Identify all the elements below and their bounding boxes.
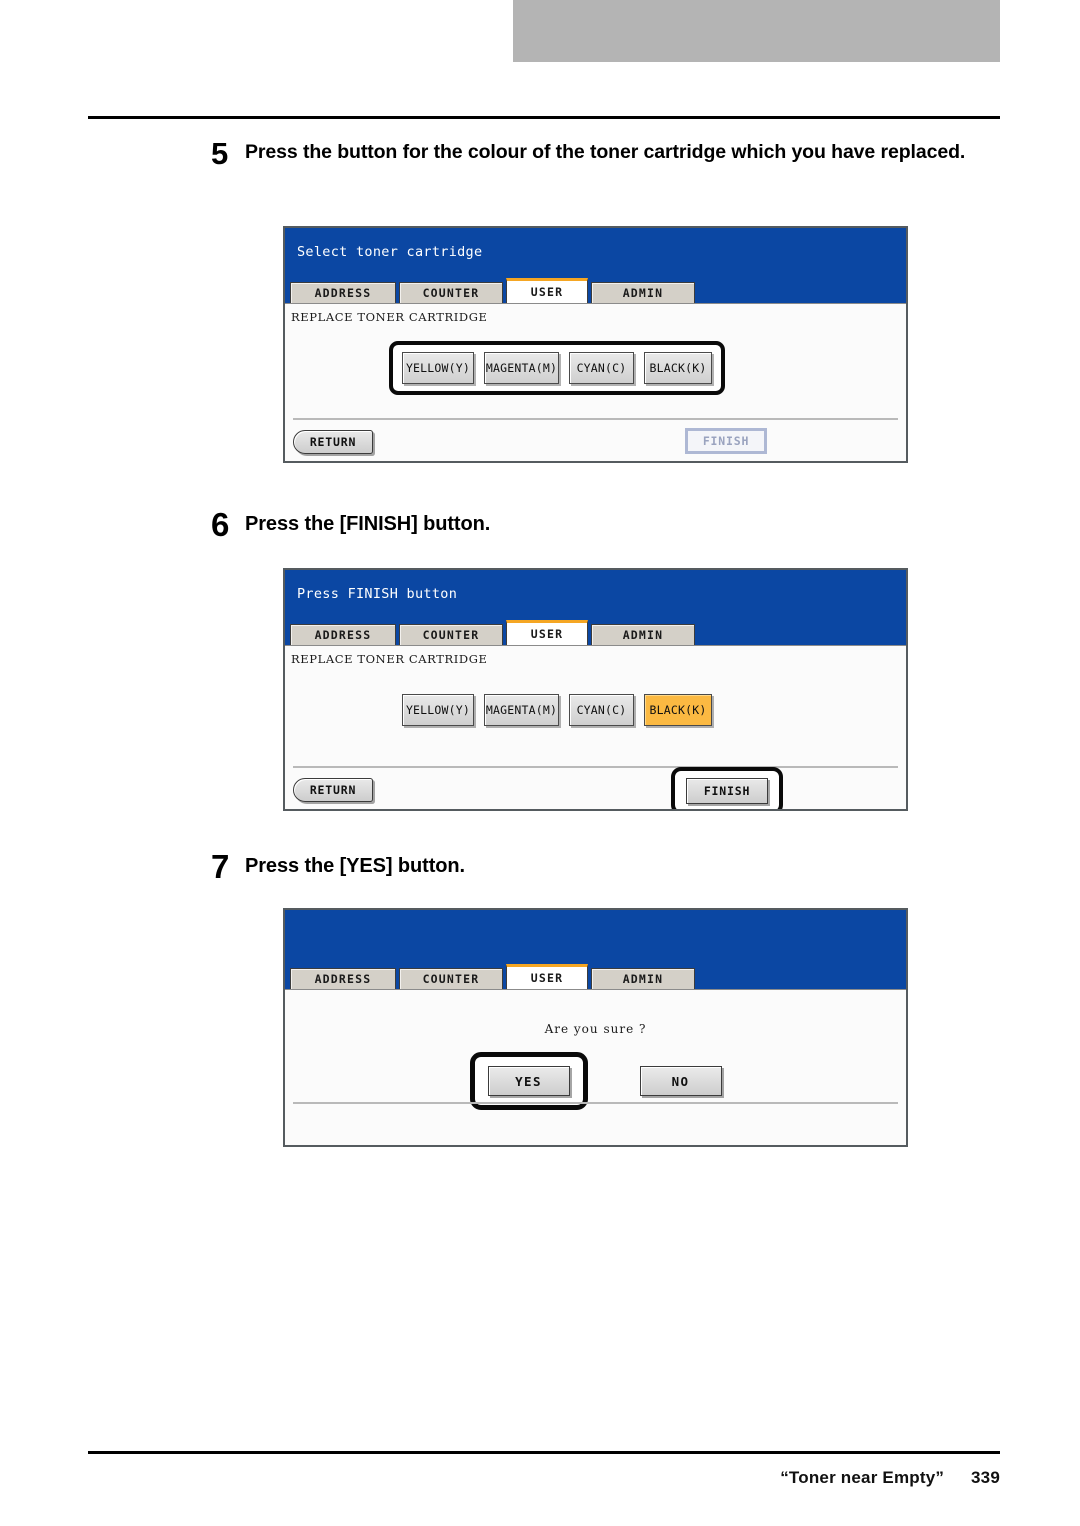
panel2-toner-button-group: YELLOW(Y) MAGENTA(M) CYAN(C) BLACK(K) bbox=[393, 687, 721, 733]
panel1-footer-divider bbox=[293, 418, 898, 420]
toner-button-cyan[interactable]: CYAN(C) bbox=[569, 694, 634, 726]
tab-admin[interactable]: ADMIN bbox=[591, 282, 695, 303]
touch-panel-press-finish: Press FINISH button ADDRESS COUNTER USER… bbox=[283, 568, 908, 811]
toner-button-black[interactable]: BLACK(K) bbox=[644, 352, 712, 384]
tab-admin[interactable]: ADMIN bbox=[591, 624, 695, 645]
panel1-footer: RETURN FINISH bbox=[285, 418, 906, 461]
yes-button[interactable]: YES bbox=[487, 1066, 570, 1096]
toner-button-yellow[interactable]: YELLOW(Y) bbox=[402, 694, 474, 726]
tab-user[interactable]: USER bbox=[506, 278, 588, 303]
finish-button-disabled: FINISH bbox=[685, 428, 767, 454]
step-6: 6 Press the [FINISH] button. bbox=[211, 508, 811, 541]
tab-counter[interactable]: COUNTER bbox=[399, 968, 503, 989]
page-number: 339 bbox=[971, 1468, 1000, 1487]
panel2-titlebar: Press FINISH button bbox=[285, 570, 906, 622]
page-footer: “Toner near Empty” 339 bbox=[88, 1468, 1000, 1488]
panel2-footer-divider bbox=[293, 766, 898, 768]
header-divider-rule bbox=[88, 116, 1000, 119]
panel3-footer-divider bbox=[293, 1102, 898, 1104]
tab-counter[interactable]: COUNTER bbox=[399, 624, 503, 645]
toner-button-magenta[interactable]: MAGENTA(M) bbox=[484, 352, 559, 384]
panel1-body: REPLACE TONER CARTRIDGE YELLOW(Y) MAGENT… bbox=[285, 303, 906, 461]
panel3-body: Are you sure ? YES NO bbox=[285, 989, 906, 1145]
step-7-text: Press the [YES] button. bbox=[245, 855, 465, 877]
step-7: 7 Press the [YES] button. bbox=[211, 850, 811, 883]
step-5-text: Press the button for the colour of the t… bbox=[245, 141, 966, 163]
confirmation-message: Are you sure ? bbox=[544, 1022, 647, 1036]
panel1-toner-button-group: YELLOW(Y) MAGENTA(M) CYAN(C) BLACK(K) bbox=[389, 341, 725, 395]
tab-counter[interactable]: COUNTER bbox=[399, 282, 503, 303]
step-5: 5 Press the button for the colour of the… bbox=[211, 138, 1001, 169]
panel3-tabstrip: ADDRESS COUNTER USER ADMIN bbox=[285, 964, 906, 989]
tab-address[interactable]: ADDRESS bbox=[290, 624, 396, 645]
step-6-number: 6 bbox=[211, 506, 230, 543]
step-6-text: Press the [FINISH] button. bbox=[245, 513, 491, 535]
panel3-titlebar bbox=[285, 910, 906, 966]
tab-admin[interactable]: ADMIN bbox=[591, 968, 695, 989]
tab-user[interactable]: USER bbox=[506, 620, 588, 645]
touch-panel-select-toner: Select toner cartridge ADDRESS COUNTER U… bbox=[283, 226, 908, 463]
finish-button[interactable]: FINISH bbox=[686, 778, 768, 804]
toner-button-cyan[interactable]: CYAN(C) bbox=[569, 352, 634, 384]
panel3-footer bbox=[285, 1102, 906, 1145]
no-button[interactable]: NO bbox=[639, 1066, 722, 1096]
panel2-tabstrip: ADDRESS COUNTER USER ADMIN bbox=[285, 620, 906, 645]
toner-button-black-selected[interactable]: BLACK(K) bbox=[644, 694, 712, 726]
panel2-footer: RETURN FINISH bbox=[285, 766, 906, 809]
footer-divider-rule bbox=[88, 1451, 1000, 1454]
return-button[interactable]: RETURN bbox=[293, 430, 373, 454]
panel2-title: Press FINISH button bbox=[297, 586, 458, 602]
step-5-number: 5 bbox=[211, 136, 229, 171]
page-header-gray-band bbox=[513, 0, 1000, 62]
panel1-tabstrip: ADDRESS COUNTER USER ADMIN bbox=[285, 278, 906, 303]
toner-button-yellow[interactable]: YELLOW(Y) bbox=[402, 352, 474, 384]
tab-user[interactable]: USER bbox=[506, 964, 588, 989]
tab-address[interactable]: ADDRESS bbox=[290, 282, 396, 303]
panel1-subtitle: REPLACE TONER CARTRIDGE bbox=[291, 310, 488, 324]
toner-button-magenta[interactable]: MAGENTA(M) bbox=[484, 694, 559, 726]
step-7-number: 7 bbox=[211, 848, 230, 885]
panel2-subtitle: REPLACE TONER CARTRIDGE bbox=[291, 652, 488, 666]
touch-panel-confirm: ADDRESS COUNTER USER ADMIN Are you sure … bbox=[283, 908, 908, 1147]
panel1-titlebar: Select toner cartridge bbox=[285, 228, 906, 280]
return-button[interactable]: RETURN bbox=[293, 778, 373, 802]
panel1-title: Select toner cartridge bbox=[297, 244, 483, 260]
panel2-body: REPLACE TONER CARTRIDGE YELLOW(Y) MAGENT… bbox=[285, 645, 906, 809]
finish-button-callout: FINISH bbox=[671, 767, 783, 809]
tab-address[interactable]: ADDRESS bbox=[290, 968, 396, 989]
footer-chapter-title: “Toner near Empty” bbox=[780, 1468, 945, 1487]
